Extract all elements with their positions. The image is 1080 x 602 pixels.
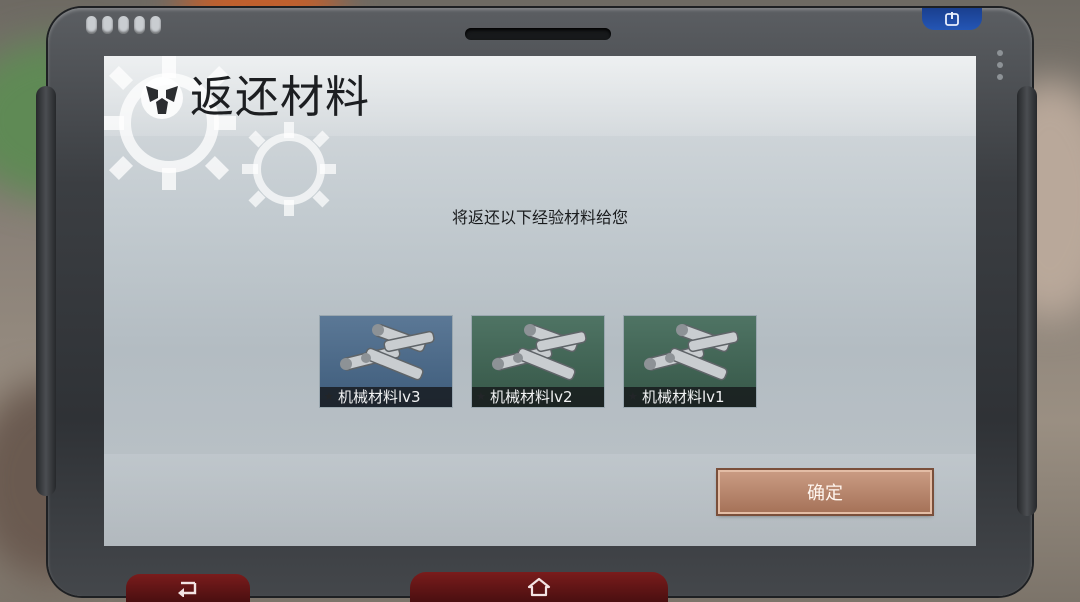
item-label: 机械材料lv2 [472,387,604,407]
bolt-material-icon [340,323,435,381]
dialog-panel: 返还材料 将返还以下经验材料给您 ★ 机械材料lv3 [104,56,976,546]
dialog-message: 将返还以下经验材料给您 [451,208,628,227]
reward-items: ★ 机械材料lv3 ★ 机械材料lv2 [319,315,757,408]
gear-emblem-icon [141,77,183,119]
confirm-button[interactable]: 确定 [718,470,932,514]
item-label: 机械材料lv3 [320,387,452,407]
bolt-material-icon [492,323,587,381]
back-arrow-icon [178,581,197,597]
home-icon [527,577,551,597]
side-indicator-dots [997,50,1003,80]
home-button[interactable] [410,572,668,602]
back-button[interactable] [126,574,250,602]
power-button[interactable] [922,8,982,30]
material-item[interactable]: ★ 机械材料lv2 [471,315,605,408]
power-icon [945,12,959,26]
item-label: 机械材料lv1 [624,387,756,407]
vent-grill [86,16,161,34]
bolt-material-icon [644,323,739,381]
top-slot [465,28,611,40]
dialog-title: 返还材料 [190,72,370,123]
material-item[interactable]: ★ 机械材料lv1 [623,315,757,408]
material-item[interactable]: ★ 机械材料lv3 [319,315,453,408]
right-rail [1017,86,1037,516]
left-rail [36,86,56,496]
